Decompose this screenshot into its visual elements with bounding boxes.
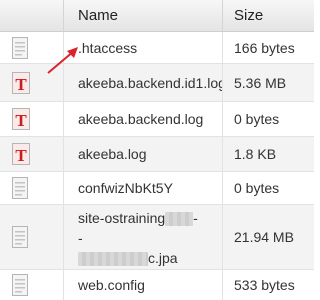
table-row[interactable]: confwizNbKt5Y 0 bytes: [0, 172, 314, 205]
file-name[interactable]: akeeba.backend.id1.log: [78, 75, 222, 91]
file-name[interactable]: akeeba.log: [78, 146, 222, 162]
generic-file-icon: [12, 177, 28, 199]
file-name[interactable]: site-ostraining - - c.jpa: [78, 208, 198, 268]
file-list-table: Name Size .htaccess 166 bytes T akeeba.b…: [0, 0, 314, 300]
table-row[interactable]: web.config 533 bytes: [0, 270, 314, 300]
text-file-icon: T: [12, 71, 30, 94]
file-size: 166 bytes: [234, 39, 295, 56]
file-name[interactable]: confwizNbKt5Y: [78, 180, 222, 196]
file-size: 1.8 KB: [234, 146, 277, 162]
generic-file-icon: [12, 226, 28, 248]
file-size: 21.94 MB: [234, 229, 294, 245]
file-name[interactable]: akeeba.backend.log: [78, 111, 222, 127]
redacted-text: [78, 252, 148, 267]
table-row[interactable]: site-ostraining - - c.jpa 21.94 MB: [0, 205, 314, 270]
file-size: 0 bytes: [234, 180, 280, 196]
svg-text:T: T: [15, 146, 27, 165]
text-file-icon: T: [12, 108, 30, 130]
icon-column-header[interactable]: [0, 0, 64, 31]
table-row[interactable]: T akeeba.backend.id1.log 5.36 MB: [0, 64, 314, 102]
redacted-text: [165, 212, 194, 227]
file-size: 5.36 MB: [234, 74, 287, 91]
table-row[interactable]: .htaccess 166 bytes: [0, 32, 314, 64]
name-column-header[interactable]: Name: [64, 0, 223, 31]
svg-text:T: T: [15, 111, 27, 130]
file-size: 0 bytes: [234, 111, 280, 127]
generic-file-icon: [12, 36, 28, 59]
table-header: Name Size: [0, 0, 314, 32]
table-row[interactable]: T akeeba.backend.log 0 bytes: [0, 102, 314, 137]
file-name[interactable]: .htaccess: [78, 40, 222, 56]
generic-file-icon: [12, 274, 28, 296]
text-file-icon: T: [12, 143, 30, 165]
file-size: 533 bytes: [234, 277, 295, 293]
size-column-header[interactable]: Size: [223, 0, 314, 31]
table-row[interactable]: T akeeba.log 1.8 KB: [0, 137, 314, 172]
svg-text:T: T: [15, 75, 27, 94]
file-name[interactable]: web.config: [78, 277, 222, 293]
